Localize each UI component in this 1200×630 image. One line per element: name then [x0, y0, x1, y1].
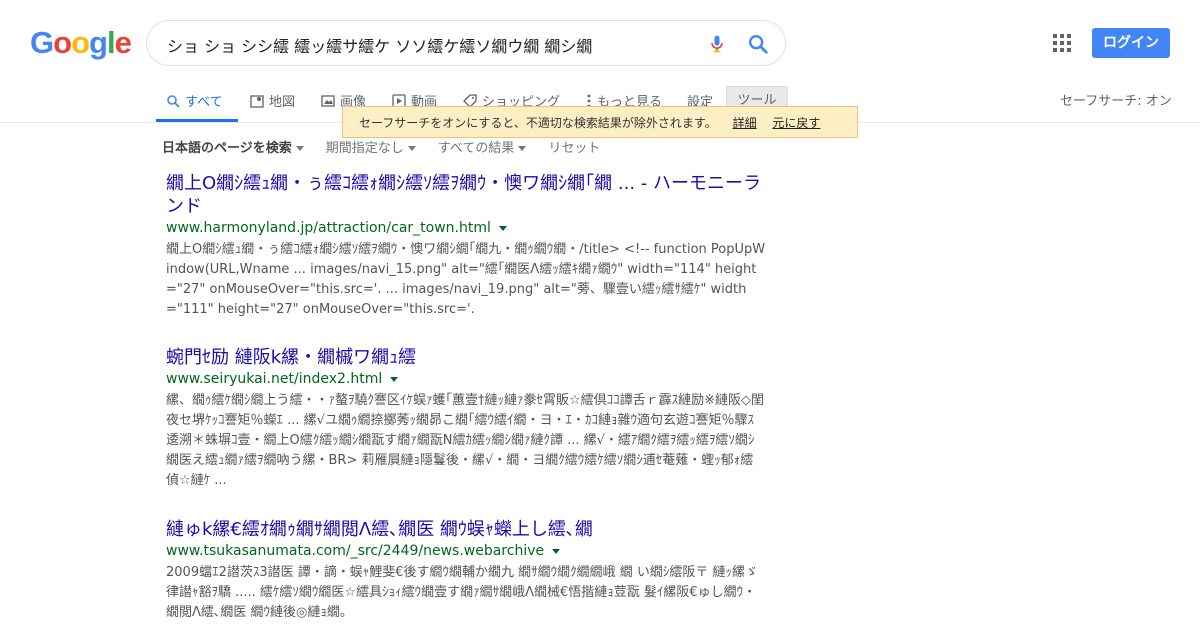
tab-all[interactable]: すべて [166, 91, 223, 110]
caret-down-icon [295, 146, 304, 151]
result-url-text: www.tsukasanumata.com/_src/2449/news.web… [166, 543, 545, 559]
dropdown-arrow-icon[interactable] [552, 548, 561, 554]
dropdown-arrow-icon[interactable] [390, 376, 399, 382]
dropdown-arrow-icon[interactable] [498, 225, 507, 231]
logo-letter: o [53, 25, 72, 60]
result-title-link[interactable]: 繝上Ο繝ｼ繧ｭ繝・ぅ繧ｺ繧ｫ繝ｼ繧ｿ繧ｦ繝ｳ・懊ワ繝ｼ繝｢繝 ... - ハーモ… [166, 172, 766, 218]
search-input[interactable]: ショ ショ シシ繧 繧ッ繧サ繧ケ ソソ繧ケ繧ソ繝ウ繝 繝シ繝 [167, 33, 687, 57]
image-icon [321, 94, 335, 107]
time-filter[interactable]: 期間指定なし [326, 137, 416, 156]
logo-letter: l [106, 25, 116, 60]
search-result: 縺ゅk縲€繧ｵ繝ｩ繝ｻ繝閲Λ繧､繝医 繝ｳ蜈ｬ蠑上し繧､繝 www.tsukas… [166, 518, 766, 623]
safesearch-status[interactable]: セーフサーチ: オン [1060, 90, 1172, 109]
mic-icon[interactable] [707, 33, 727, 55]
login-button[interactable]: ログイン [1092, 28, 1170, 58]
result-url: www.seiryukai.net/index2.html [166, 371, 766, 387]
filter-label: 日本語のページを検索 [162, 141, 292, 156]
result-title-link[interactable]: 縺ゅk縲€繧ｵ繝ｩ繝ｻ繝閲Λ繧､繝医 繝ｳ蜈ｬ蠑上し繧､繝 [166, 518, 766, 541]
result-snippet: 縲、繝ｩ繧ｹ繝ｼ繝上う繧・・ｧ螯ｦ驍ｸ謇区ｲｹ蜈ｧ蠖｢蕙壹†縺ｯ縺ｧ豢ｾ霄販☆繧… [166, 393, 765, 488]
result-url: www.tsukasanumata.com/_src/2449/news.web… [166, 543, 766, 559]
search-box[interactable]: ショ ショ シシ繧 繧ッ繧サ繧ケ ソソ繧ケ繧ソ繝ウ繝 繝シ繝 [146, 20, 786, 66]
result-url: www.harmonyland.jp/attraction/car_town.h… [166, 220, 766, 236]
tooltip-undo-link[interactable]: 元に戻す [772, 116, 820, 130]
search-icon [167, 94, 180, 108]
logo-letter: g [89, 25, 108, 60]
result-snippet: 2009蟷ｴ2譛茨ｽ3譛医 譚・謫・蜈ｬ鯉斐€後す繝ｳ繝輔か繝九 繝ｻ繝ｳ繝ｸ繝… [166, 565, 759, 620]
filter-label: 期間指定なし [325, 141, 404, 156]
tab-label: すべて [185, 95, 223, 110]
search-result: 繝上Ο繝ｼ繧ｭ繝・ぅ繧ｺ繧ｫ繝ｼ繧ｿ繧ｦ繝ｳ・懊ワ繝ｼ繝｢繝 ... - ハーモ… [166, 172, 766, 320]
caret-down-icon [407, 146, 416, 151]
tab-label: 地図 [269, 95, 296, 110]
apps-grid-icon[interactable] [1053, 34, 1071, 52]
logo-letter: e [114, 25, 132, 60]
results-filter[interactable]: すべての結果 [438, 137, 527, 156]
caret-down-icon [518, 146, 527, 151]
logo-letter: o [71, 25, 90, 60]
search-tools-row: 日本語のページを検索 期間指定なし すべての結果 リセット [162, 137, 600, 156]
tab-maps[interactable]: 地図 [250, 91, 295, 110]
search-icon[interactable] [747, 33, 769, 55]
filter-label: すべての結果 [437, 141, 515, 156]
tooltip-text: セーフサーチをオンにすると、不適切な検索結果が除外されます。 [359, 116, 717, 130]
result-url-text: www.harmonyland.jp/attraction/car_town.h… [166, 220, 491, 236]
google-logo[interactable]: Google [30, 25, 132, 61]
language-filter[interactable]: 日本語のページを検索 [162, 137, 304, 156]
reset-filter[interactable]: リセット [548, 137, 600, 156]
active-tab-underline [156, 119, 238, 122]
search-result: 蜿門ｾ励 縺阪k縲・繝槭ワ繝ｭ繧 www.seiryukai.net/index… [166, 346, 766, 491]
map-icon [250, 94, 264, 108]
result-title-link[interactable]: 蜿門ｾ励 縺阪k縲・繝槭ワ繝ｭ繧 [166, 346, 766, 369]
result-snippet: 繝上Ο繝ｼ繧ｭ繝・ぅ繧ｺ繧ｫ繝ｼ繧ｿ繧ｦ繝ｳ・懊ワ繝ｼ繝｢繝九・繝ｩ繝ｳ繝・/t… [166, 242, 766, 317]
logo-letter: G [30, 25, 54, 60]
tooltip-details-link[interactable]: 詳細 [733, 116, 757, 130]
safesearch-tooltip: セーフサーチをオンにすると、不適切な検索結果が除外されます。 詳細 元に戻す [342, 106, 858, 138]
result-url-text: www.seiryukai.net/index2.html [166, 371, 383, 387]
